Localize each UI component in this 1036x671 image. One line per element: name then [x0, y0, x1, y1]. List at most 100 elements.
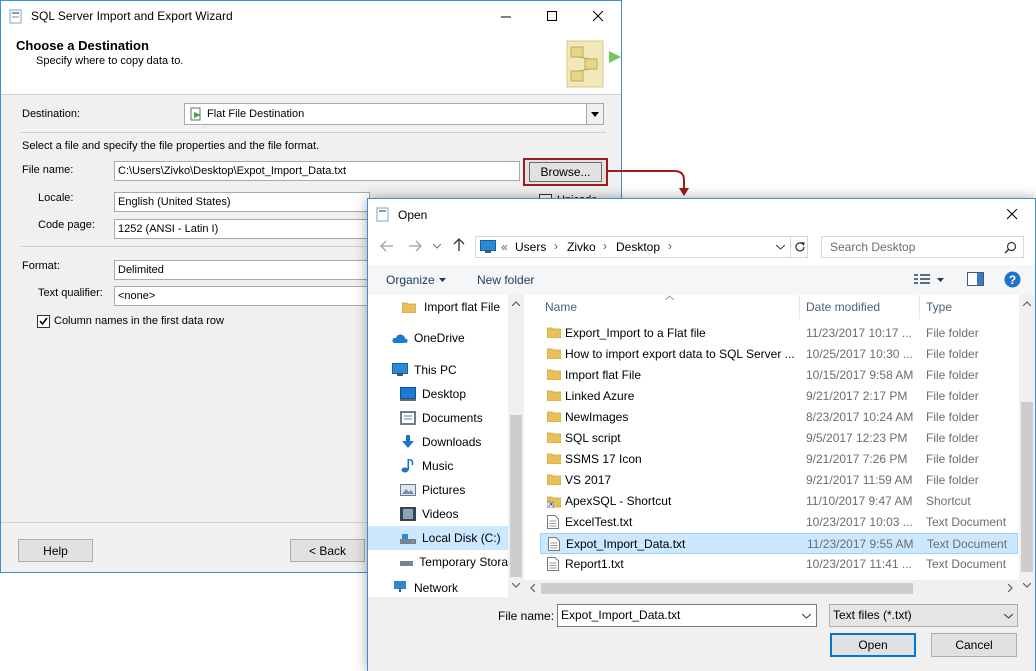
preview-pane-icon[interactable]: [967, 272, 984, 286]
nav-item-pictures[interactable]: Pictures: [368, 478, 508, 502]
maximize-button[interactable]: [529, 1, 575, 32]
file-date: 10/15/2017 9:58 AM: [806, 368, 914, 382]
open-dialog-close-button[interactable]: [989, 199, 1035, 230]
breadcrumb-desktop[interactable]: Desktop: [616, 240, 660, 254]
file-name-label: File name:: [22, 164, 74, 176]
minimize-button[interactable]: [483, 1, 529, 32]
file-name: NewImages: [565, 410, 629, 424]
file-list-scroll-thumb[interactable]: [1021, 402, 1033, 572]
file-row[interactable]: Linked Azure 9/21/2017 2:17 PM File folder: [540, 386, 1018, 407]
text-qualifier-label: Text qualifier:: [38, 287, 103, 299]
file-type-select[interactable]: Text files (*.txt): [829, 604, 1018, 627]
file-date: 9/21/2017 7:26 PM: [806, 452, 908, 466]
open-button[interactable]: Open: [830, 633, 916, 657]
breadcrumb-overflow[interactable]: «: [501, 240, 508, 254]
scroll-up-icon[interactable]: [1023, 301, 1031, 306]
nav-item-local-disk[interactable]: Local Disk (C:): [368, 526, 508, 550]
divider: [21, 132, 606, 133]
file-row[interactable]: How to import export data to SQL Server …: [540, 344, 1018, 365]
nav-item-videos[interactable]: Videos: [368, 502, 508, 526]
breadcrumb-separator: ›: [668, 239, 672, 253]
address-bar[interactable]: « Users › Zivko › Desktop ›: [475, 236, 808, 258]
destination-dropdown-button[interactable]: [586, 104, 603, 124]
file-list-scrollbar[interactable]: [1019, 295, 1035, 597]
file-row[interactable]: Export_Import to a Flat file 11/23/2017 1…: [540, 323, 1018, 344]
text-qualifier-input[interactable]: <none>: [114, 286, 370, 306]
hscroll-thumb[interactable]: [541, 583, 913, 594]
scroll-down-icon[interactable]: [512, 583, 520, 588]
nav-item-music[interactable]: Music: [368, 454, 508, 478]
nav-item-temporary-storage[interactable]: Temporary Stora: [368, 550, 508, 574]
locale-label: Locale:: [38, 192, 74, 204]
file-row[interactable]: NewImages 8/23/2017 10:24 AM File folder: [540, 407, 1018, 428]
column-names-checkbox[interactable]: [37, 315, 50, 328]
file-row[interactable]: VS 2017 9/21/2017 11:59 AM File folder: [540, 470, 1018, 491]
nav-item-label: Network: [414, 581, 459, 595]
scroll-up-icon[interactable]: [512, 301, 520, 306]
nav-item-network[interactable]: Network: [368, 581, 508, 597]
forward-arrow-icon[interactable]: [408, 240, 422, 252]
close-button[interactable]: [575, 1, 621, 32]
address-dropdown-icon[interactable]: [776, 245, 785, 250]
breadcrumb-separator: ›: [603, 239, 607, 253]
help-icon[interactable]: ?: [1004, 271, 1021, 288]
chevron-down-icon[interactable]: [802, 614, 811, 619]
help-button[interactable]: Help: [18, 539, 93, 562]
file-name-input[interactable]: C:\Users\Zivko\Desktop\Expot_Import_Data…: [114, 161, 520, 181]
back-button[interactable]: < Back: [290, 539, 365, 562]
search-input[interactable]: Search Desktop: [821, 236, 1024, 258]
breadcrumb-zivko[interactable]: Zivko: [567, 240, 596, 254]
recent-dropdown-icon[interactable]: [433, 244, 441, 249]
organize-button[interactable]: Organize: [386, 273, 435, 287]
column-header-name[interactable]: Name: [540, 295, 800, 319]
cancel-button[interactable]: Cancel: [931, 633, 1017, 657]
column-header-date[interactable]: Date modified: [800, 295, 920, 319]
nav-scrollbar[interactable]: [508, 295, 524, 597]
format-select[interactable]: Delimited: [114, 260, 370, 280]
code-page-select[interactable]: 1252 (ANSI - Latin I): [114, 219, 370, 239]
file-name-label: File name:: [498, 609, 555, 623]
wizard-title: SQL Server Import and Export Wizard: [31, 9, 233, 23]
open-file-name-value: Expot_Import_Data.txt: [561, 608, 681, 622]
new-folder-button[interactable]: New folder: [477, 273, 534, 287]
scroll-down-icon[interactable]: [1023, 583, 1031, 588]
file-date: 11/23/2017 9:55 AM: [807, 537, 914, 551]
chevron-down-icon[interactable]: [937, 278, 944, 282]
breadcrumb-users[interactable]: Users: [515, 240, 546, 254]
nav-item-label: Pictures: [422, 483, 466, 497]
refresh-icon: [795, 242, 805, 252]
nav-item-documents[interactable]: Documents: [368, 406, 508, 430]
nav-item-import-flat-file[interactable]: Import flat File: [368, 295, 508, 319]
file-row[interactable]: Expot_Import_Data.txt 11/23/2017 9:55 AM T…: [540, 533, 1018, 554]
back-arrow-icon[interactable]: [380, 240, 394, 252]
open-file-name-input[interactable]: Expot_Import_Data.txt: [557, 604, 817, 627]
file-row[interactable]: Report1.txt 10/23/2017 11:41 ... Text Docu…: [540, 554, 1018, 575]
file-type: File folder: [926, 389, 979, 403]
locale-select[interactable]: English (United States): [114, 192, 370, 212]
refresh-button[interactable]: [790, 237, 808, 257]
destination-select[interactable]: Flat File Destination: [184, 103, 604, 125]
file-row[interactable]: SQL script 9/5/2017 12:23 PM File folder: [540, 428, 1018, 449]
file-row[interactable]: Import flat File 10/15/2017 9:58 AM File f…: [540, 365, 1018, 386]
file-type: File folder: [926, 368, 979, 382]
this-pc-icon: [392, 363, 408, 376]
column-header-type[interactable]: Type: [920, 295, 1018, 319]
up-arrow-icon[interactable]: [453, 238, 465, 252]
file-date: 9/5/2017 12:23 PM: [806, 431, 908, 445]
file-row[interactable]: SSMS 17 Icon 9/21/2017 7:26 PM File folder: [540, 449, 1018, 470]
wizard-app-icon: [9, 9, 22, 24]
nav-item-downloads[interactable]: Downloads: [368, 430, 508, 454]
file-row[interactable]: ApexSQL - Shortcut 11/10/2017 9:47 AM Shor…: [540, 491, 1018, 512]
nav-item-onedrive[interactable]: OneDrive: [368, 326, 508, 350]
nav-item-this-pc[interactable]: This PC: [368, 358, 508, 382]
file-row[interactable]: ExcelTest.txt 10/23/2017 10:03 ... Text Do…: [540, 512, 1018, 533]
browse-button[interactable]: Browse...: [523, 158, 608, 186]
nav-scroll-thumb[interactable]: [510, 415, 522, 577]
scroll-right-icon[interactable]: [1008, 584, 1013, 592]
folder-icon: [547, 368, 561, 382]
nav-item-desktop[interactable]: Desktop: [368, 382, 508, 406]
file-list-hscrollbar[interactable]: [524, 580, 1019, 597]
scroll-left-icon[interactable]: [530, 584, 535, 592]
column-header-type-label: Type: [926, 300, 953, 314]
view-options-icon[interactable]: [914, 273, 930, 286]
